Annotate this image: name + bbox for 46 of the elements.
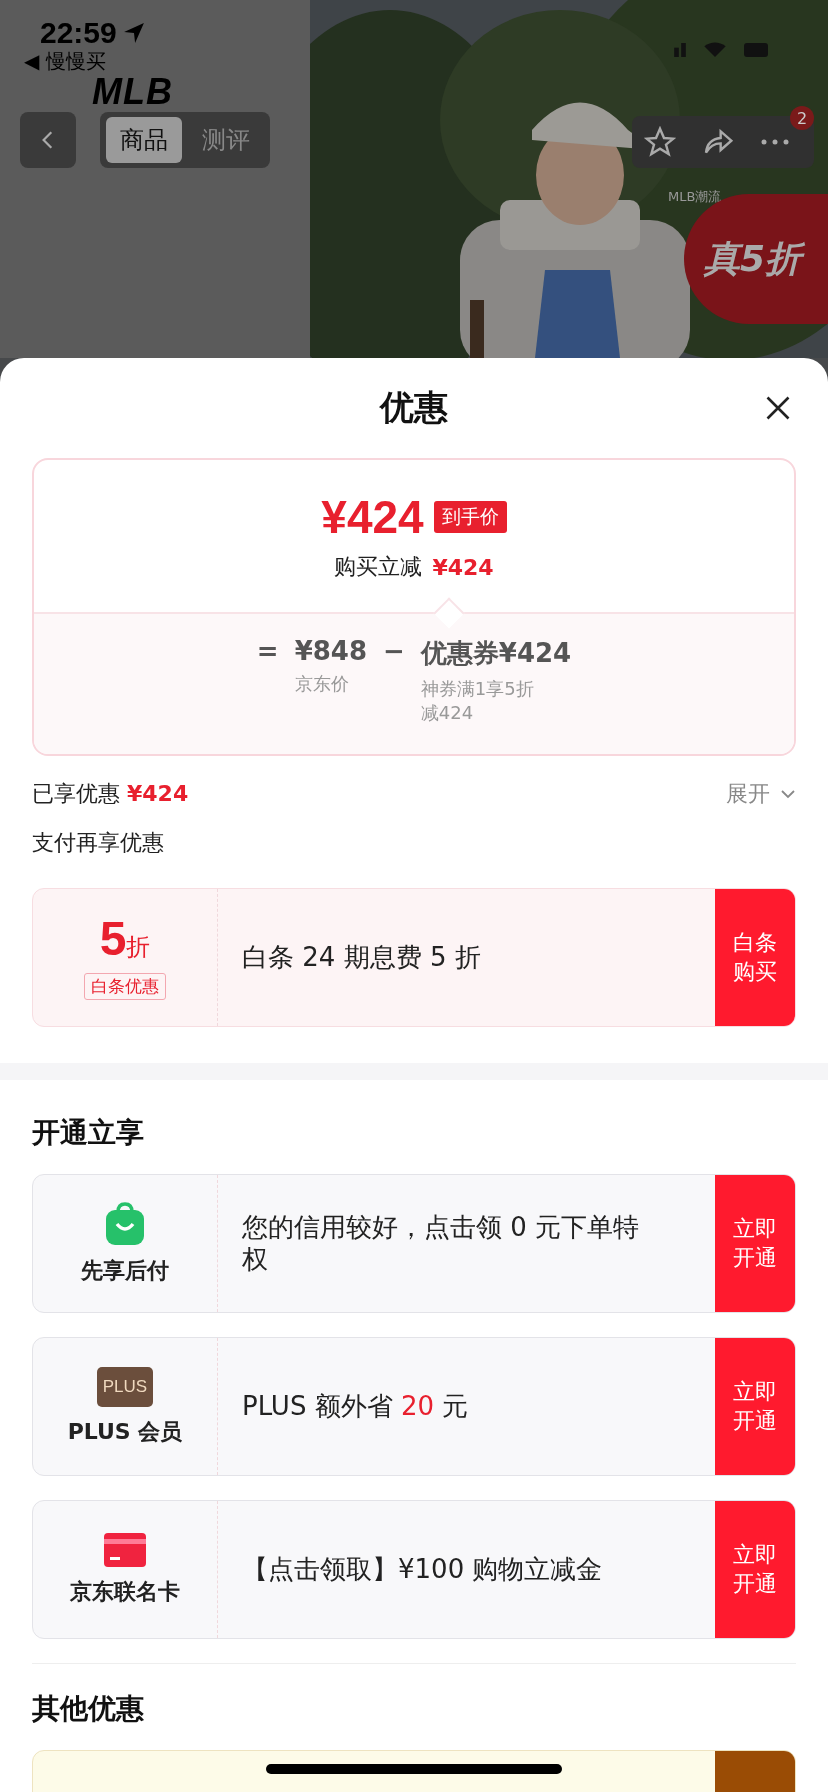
coupon-note: 神券满1享5折减424	[420, 677, 535, 725]
notification-badge: 2	[790, 106, 814, 130]
instant-amount: ¥424	[432, 554, 494, 580]
offer-name: 先享后付	[81, 1256, 169, 1285]
offer-name: PLUS 会员	[67, 1417, 183, 1446]
offer-button[interactable]: 立即开通	[715, 1338, 795, 1475]
offer-text: 您的信用较好，点击领 0 元下单特权	[241, 1212, 641, 1275]
final-price: ¥424	[321, 490, 424, 544]
minus-sign: −	[383, 636, 405, 666]
base-price-label: 京东价	[294, 672, 350, 696]
tab[interactable]: 商品	[106, 117, 182, 163]
brand-logo: MLB	[92, 74, 173, 110]
offer-button[interactable]: 白条购买	[715, 889, 795, 1026]
status-time: 22:59	[40, 16, 117, 50]
base-price: ¥848	[294, 636, 367, 666]
instant-label: 购买立减	[334, 553, 423, 581]
offer-name: 京东联名卡	[70, 1577, 180, 1606]
sheet-title: 优惠	[380, 386, 448, 429]
section-title: 开通立享	[32, 1115, 145, 1151]
offer-text: 白条 24 期息费 5 折	[241, 941, 482, 974]
product-caption: MLB潮流	[668, 188, 722, 206]
offer-button[interactable]: 立即开通	[715, 1501, 795, 1638]
location-arrow-icon	[122, 22, 145, 44]
tab[interactable]: 测评	[188, 117, 264, 163]
plus-membership-icon: PLUS	[96, 1366, 154, 1407]
signal-icon	[674, 42, 686, 57]
offer-button[interactable]: 立即开通	[715, 1175, 795, 1312]
close-icon[interactable]	[764, 394, 792, 422]
enjoyed-discount: 已享优惠 ¥424	[32, 780, 189, 808]
coupon-amount: 优惠券¥424	[420, 637, 572, 670]
star-icon[interactable]	[644, 126, 676, 158]
discount-value: 5折	[99, 915, 151, 963]
chevron-down-icon	[780, 789, 796, 799]
offer-text: PLUS 额外省 20 元	[241, 1390, 470, 1423]
expand-button[interactable]: 展开	[726, 779, 796, 809]
section-title: 支付再享优惠	[32, 829, 165, 857]
offer-tag: 白条优惠	[84, 973, 166, 1000]
credit-card-icon	[104, 1532, 146, 1567]
shopping-bag-icon	[105, 1201, 145, 1246]
more-icon[interactable]	[760, 138, 790, 146]
back-to-app-link[interactable]: ◀ 慢慢买	[24, 48, 106, 75]
wifi-icon	[704, 42, 726, 57]
equals-sign: =	[256, 636, 279, 666]
section-title: 其他优惠	[32, 1691, 145, 1727]
offer-text: 【点击领取】¥100 购物立减金	[241, 1553, 604, 1586]
final-price-tag: 到手价	[433, 501, 507, 533]
